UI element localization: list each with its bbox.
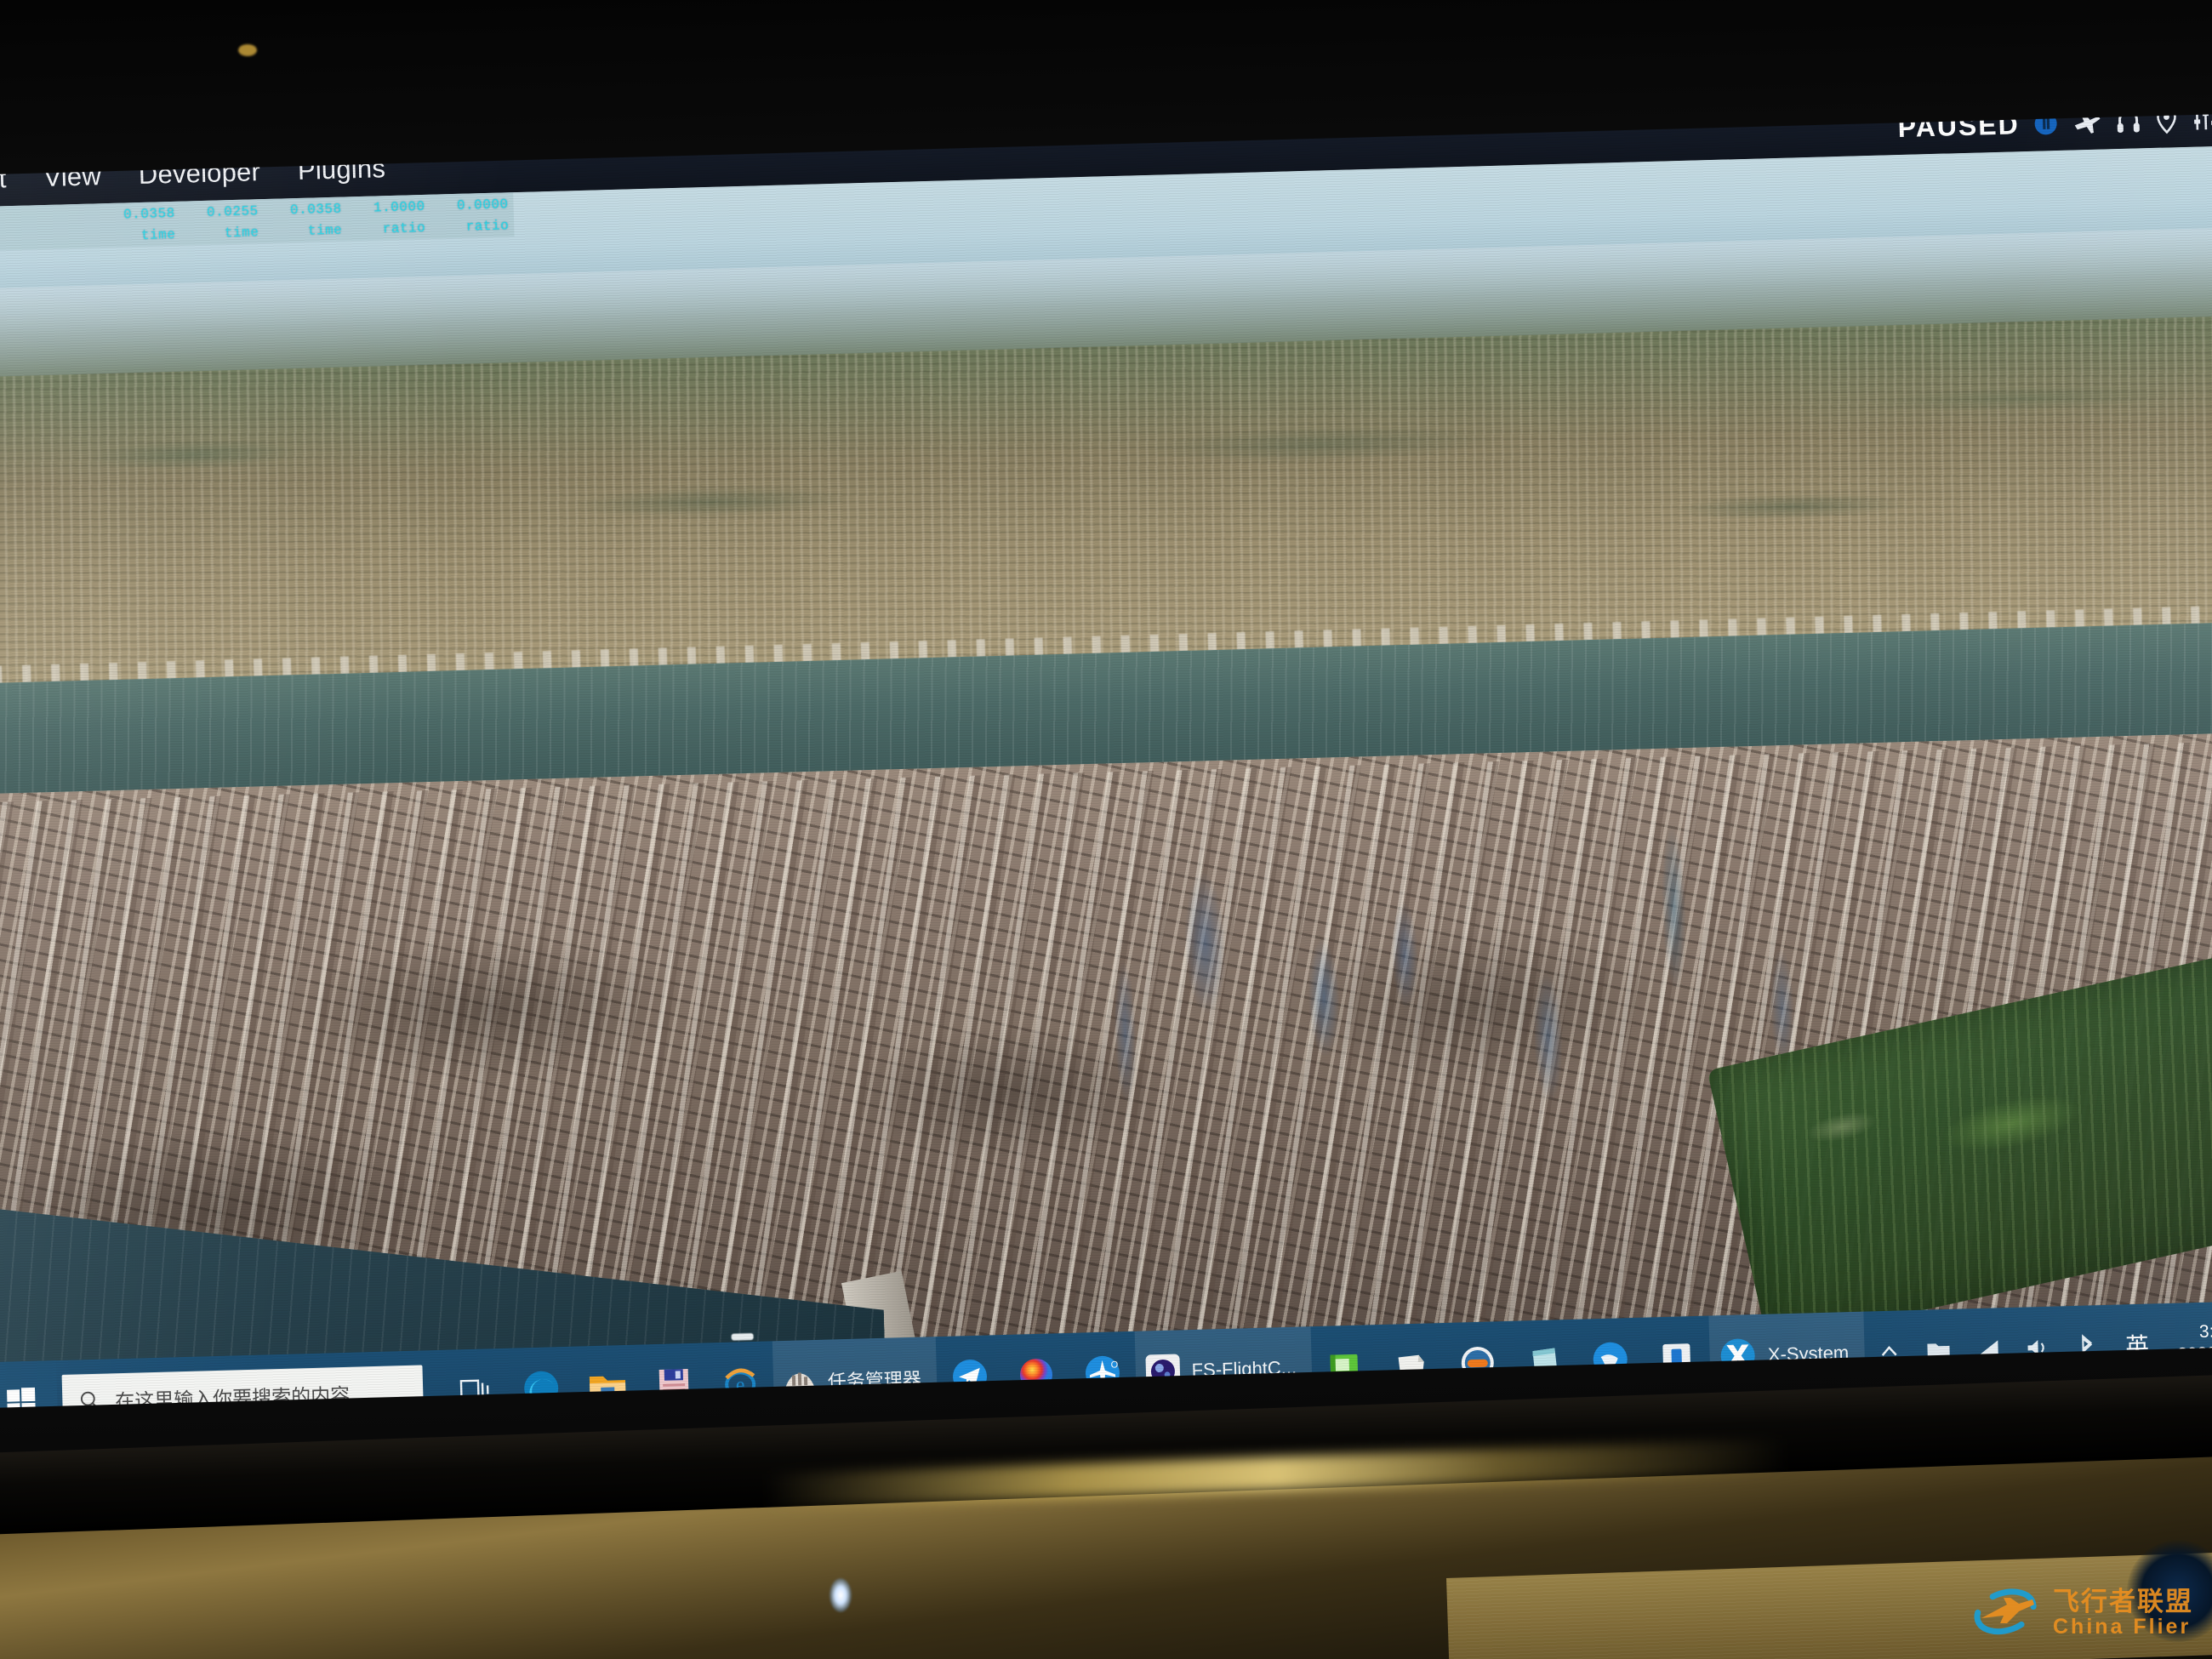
dataref-unit-2: time [307,222,343,239]
dataref-unit-1: time [224,225,259,242]
laptop-photo: em [0,0,2212,1659]
xplane-3d-scene [0,144,2212,1445]
dataref-value-3: 1.0000 [373,198,425,216]
laptop-screen: em [0,37,2212,1445]
watermark-text: 飞行者联盟 China Flier [2053,1586,2193,1639]
dataref-unit-3: ratio [382,219,426,237]
bezel-dust-speck [238,44,257,56]
dataref-unit-4: ratio [465,218,510,235]
watermark-cn: 飞行者联盟 [2053,1586,2193,1616]
dataref-unit-0: time [140,226,176,243]
dataref-value-0: 0.0358 [123,205,175,223]
dataref-value-4: 0.0000 [456,197,509,214]
watermark: 飞行者联盟 China Flier [1970,1581,2193,1645]
boat-wake-lower [731,1332,754,1341]
watermark-en: China Flier [2053,1615,2192,1639]
svg-text:O: O [1110,1360,1118,1370]
clock-time: 3:05 [2198,1321,2212,1343]
dataref-value-1: 0.0255 [206,203,259,220]
dataref-value-2: 0.0358 [289,201,342,219]
plane-orbit-logo-icon [1974,1588,2037,1635]
power-led-indicator [830,1578,852,1612]
